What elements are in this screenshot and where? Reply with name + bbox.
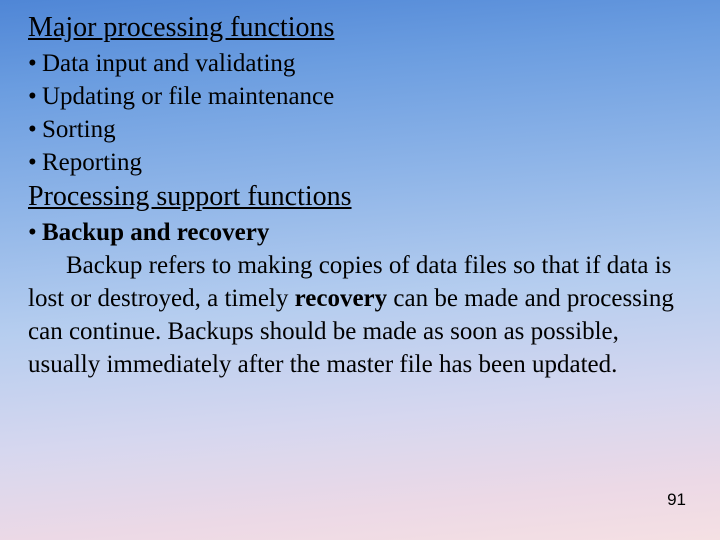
- heading-major-processing: Major processing functions: [28, 10, 692, 45]
- heading-processing-support: Processing support functions: [28, 179, 692, 214]
- bullet-item: •Updating or file maintenance: [28, 80, 692, 113]
- sub-bullet-text: Backup and recovery: [42, 219, 269, 246]
- bullet-text: Reporting: [42, 149, 142, 176]
- sub-bullet: •Backup and recovery: [28, 216, 692, 249]
- bullet-text: Sorting: [42, 116, 116, 143]
- bullet-item: •Sorting: [28, 113, 692, 146]
- bullet-text: Data input and validating: [42, 50, 295, 77]
- bullet-text: Updating or file maintenance: [42, 83, 334, 110]
- para-text-bold: recovery: [295, 285, 388, 312]
- paragraph-backup: Backup refers to making copies of data f…: [28, 249, 692, 381]
- bullet-item: •Reporting: [28, 146, 692, 179]
- page-number: 91: [667, 490, 686, 510]
- slide: Major processing functions •Data input a…: [0, 0, 720, 540]
- bullet-item: •Data input and validating: [28, 47, 692, 80]
